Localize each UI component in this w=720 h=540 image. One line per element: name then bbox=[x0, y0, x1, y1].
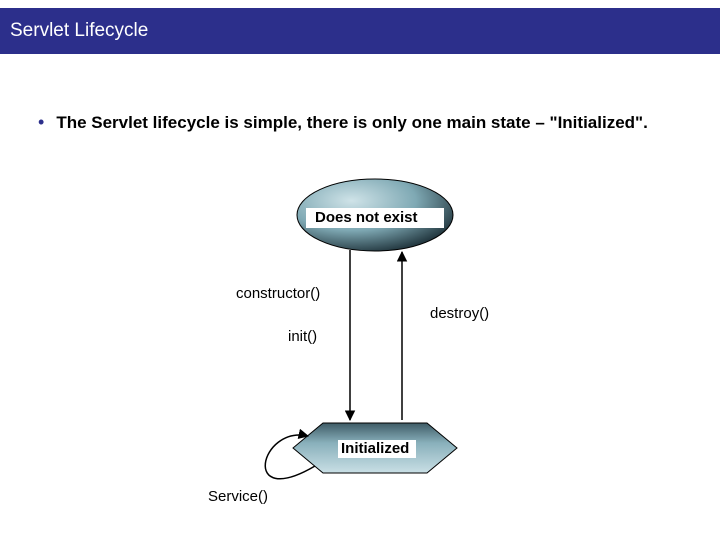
bullet-text: The Servlet lifecycle is simple, there i… bbox=[56, 112, 648, 135]
label-destroy: destroy() bbox=[430, 305, 489, 322]
page-title: Servlet Lifecycle bbox=[10, 20, 148, 42]
bullet-dot-icon: • bbox=[38, 112, 44, 134]
state-top-label: Does not exist bbox=[315, 209, 418, 226]
label-init: init() bbox=[288, 328, 317, 345]
slide: Servlet Lifecycle • The Servlet lifecycl… bbox=[0, 0, 720, 540]
bullet-item: • The Servlet lifecycle is simple, there… bbox=[38, 112, 678, 135]
state-bottom-label: Initialized bbox=[341, 440, 409, 457]
lifecycle-diagram: Does not exist Initialized constructor()… bbox=[180, 170, 560, 520]
label-constructor: constructor() bbox=[236, 285, 320, 302]
title-bar: Servlet Lifecycle bbox=[0, 8, 720, 54]
label-service: Service() bbox=[208, 488, 268, 505]
